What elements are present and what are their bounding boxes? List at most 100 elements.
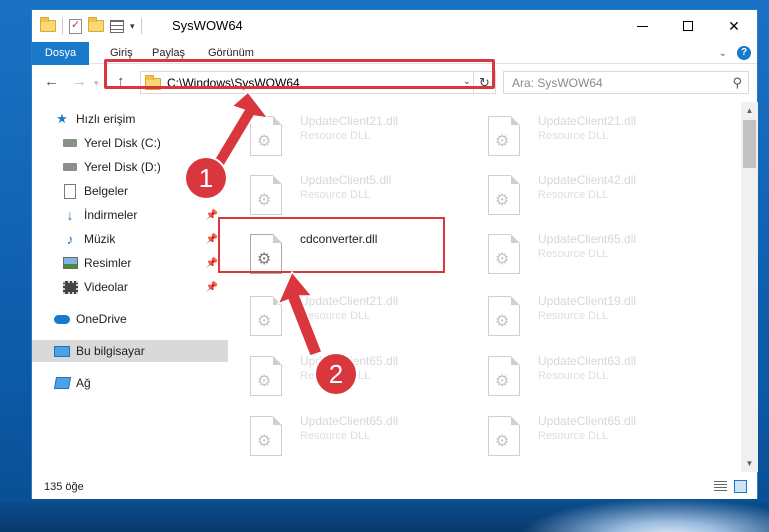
file-name: UpdateClient21.dll (538, 114, 637, 128)
dll-file-icon: ⚙ (488, 416, 520, 456)
sidebar-item-label: Bu bilgisayar (76, 344, 145, 358)
sidebar-item-music[interactable]: ♪ Müzik 📌 (32, 228, 228, 250)
onedrive-icon (54, 311, 70, 327)
star-icon: ★ (56, 111, 68, 126)
sidebar-item-this-pc[interactable]: Bu bilgisayar (32, 340, 228, 362)
sidebar-item-label: Resimler (84, 256, 132, 270)
sidebar-item-pictures[interactable]: Resimler 📌 (32, 252, 228, 274)
pin-icon[interactable]: 📌 (206, 210, 218, 221)
maximize-button[interactable] (665, 10, 711, 42)
file-type: Resource DLL (300, 430, 371, 442)
file-name: UpdateClient21.dll (300, 294, 399, 308)
file-item[interactable]: ⚙ UpdateClient19.dll Resource DLL (468, 290, 698, 340)
file-item[interactable]: ⚙ UpdateClient42.dll Resource DLL (468, 169, 698, 219)
file-item[interactable]: ⚙ UpdateClient21.dll Resource DLL (468, 110, 698, 160)
toolbar-separator (62, 18, 63, 34)
item-count: 135 öğe (44, 481, 84, 493)
sidebar-item-local-disk-c[interactable]: Yerel Disk (C:) (32, 132, 228, 154)
pin-icon[interactable]: 📌 (206, 282, 218, 293)
sidebar-item-quick-access[interactable]: ★ Hızlı erişim (32, 108, 228, 130)
downloads-icon: ↓ (66, 207, 74, 223)
minimize-button[interactable] (619, 10, 665, 42)
file-item[interactable]: ⚙ UpdateClient5.dll Resource DLL (230, 169, 460, 219)
ribbon-controls: ⌄ ? (719, 46, 751, 60)
file-item[interactable]: ⚙ UpdateClient65.dll Resource DLL (230, 410, 460, 460)
window-title: SysWOW64 (172, 18, 243, 33)
maximize-icon (683, 21, 693, 31)
scroll-down-icon[interactable]: ▼ (741, 455, 758, 472)
file-name: UpdateClient65.dll (300, 414, 399, 428)
dll-file-icon: ⚙ (488, 234, 520, 274)
back-button[interactable]: ← (44, 73, 59, 90)
documents-icon (62, 183, 78, 199)
file-type: Resource DLL (538, 189, 609, 201)
pin-icon[interactable]: 📌 (206, 258, 218, 269)
large-icons-view-icon[interactable] (734, 480, 747, 493)
properties-icon[interactable] (69, 18, 82, 34)
dll-file-icon: ⚙ (488, 356, 520, 396)
sidebar-item-downloads[interactable]: ↓ İndirmeler 📌 (32, 204, 228, 226)
close-button[interactable]: ✕ (711, 10, 757, 42)
file-type: Resource DLL (300, 310, 371, 322)
search-placeholder: Ara: SysWOW64 (512, 76, 603, 90)
sidebar-item-label: Hızlı erişim (76, 112, 136, 126)
view-icon[interactable] (110, 19, 124, 33)
help-icon[interactable]: ? (737, 46, 751, 60)
search-icon[interactable]: ⚲ (732, 75, 742, 91)
file-name: UpdateClient63.dll (538, 354, 637, 368)
sidebar-item-label: Videolar (84, 280, 128, 294)
search-box[interactable]: Ara: SysWOW64 ⚲ (503, 71, 749, 94)
sidebar-item-label: Müzik (84, 232, 116, 246)
sidebar-item-label: Yerel Disk (C:) (84, 136, 161, 150)
step-badge-1: 1 (186, 158, 226, 198)
minimize-icon (636, 25, 648, 27)
navigation-pane: ★ Hızlı erişim Yerel Disk (C:) Yerel Dis… (32, 102, 228, 472)
dll-file-icon: ⚙ (488, 175, 520, 215)
close-icon: ✕ (728, 17, 740, 34)
sidebar-item-label: Yerel Disk (D:) (84, 160, 161, 174)
customize-toolbar-icon[interactable]: ▾ (130, 21, 135, 32)
sidebar-item-label: İndirmeler (84, 208, 138, 222)
file-item[interactable]: ⚙ UpdateClient63.dll Resource DLL (468, 350, 698, 400)
file-name: UpdateClient5.dll (300, 173, 392, 187)
quick-access-toolbar: ▾ (40, 17, 142, 34)
file-name: UpdateClient65.dll (538, 414, 637, 428)
forward-button[interactable]: → (72, 73, 87, 90)
drive-icon (62, 159, 78, 175)
file-name: UpdateClient42.dll (538, 173, 637, 187)
file-type: Resource DLL (538, 370, 609, 382)
sidebar-item-onedrive[interactable]: OneDrive (32, 308, 228, 330)
address-bar-highlight (104, 59, 495, 89)
sidebar-item-network[interactable]: Ağ (32, 372, 228, 394)
scroll-up-icon[interactable]: ▲ (741, 102, 758, 119)
window-controls: ✕ (619, 10, 757, 42)
pin-icon[interactable]: 📌 (206, 234, 218, 245)
file-type: Resource DLL (538, 310, 609, 322)
recent-locations-icon[interactable]: ▾ (94, 78, 99, 89)
file-name: UpdateClient19.dll (538, 294, 637, 308)
file-item[interactable]: ⚙ UpdateClient65.dll Resource DLL (468, 228, 698, 278)
title-bar[interactable]: ▾ SysWOW64 ✕ (32, 10, 757, 42)
details-view-icon[interactable] (714, 481, 727, 492)
file-item[interactable]: ⚙ UpdateClient21.dll Resource DLL (230, 290, 460, 340)
file-item[interactable]: ⚙ UpdateClient21.dll Resource DLL (230, 110, 460, 160)
scroll-thumb[interactable] (743, 120, 756, 168)
sidebar-item-label: OneDrive (76, 312, 127, 326)
dll-file-icon: ⚙ (488, 296, 520, 336)
file-type: Resource DLL (538, 248, 609, 260)
network-icon (53, 375, 71, 391)
vertical-scrollbar[interactable]: ▲ ▼ (741, 102, 758, 472)
dll-file-icon: ⚙ (488, 116, 520, 156)
file-type: Resource DLL (538, 130, 609, 142)
dll-file-icon: ⚙ (250, 296, 282, 336)
drive-icon (62, 135, 78, 151)
file-item[interactable]: ⚙ UpdateClient65.dll Resource DLL (468, 410, 698, 460)
sidebar-item-videos[interactable]: Videolar 📌 (32, 276, 228, 298)
file-type: Resource DLL (538, 430, 609, 442)
wallpaper-flower (520, 498, 769, 532)
expand-ribbon-icon[interactable]: ⌄ (719, 48, 727, 59)
music-icon: ♪ (66, 231, 74, 247)
sidebar-item-label: Ağ (76, 376, 91, 390)
videos-icon (62, 279, 78, 295)
new-folder-icon[interactable] (88, 17, 104, 32)
